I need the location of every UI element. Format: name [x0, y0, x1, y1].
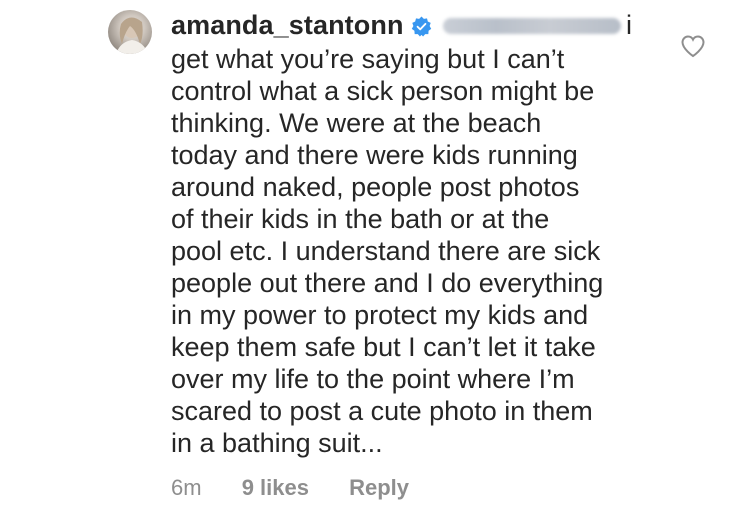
comment-header-line: amanda_stantonn i [171, 6, 643, 44]
verified-badge-icon [411, 16, 431, 37]
comment-first-word: i [626, 10, 632, 40]
redacted-mention [443, 18, 621, 34]
comment-body-line: in a bathing suit... [171, 428, 383, 458]
reply-button[interactable]: Reply [349, 475, 409, 501]
comment-body-line: over my life to the point where I’m [171, 364, 575, 394]
likes-count-link[interactable]: 9 likes [242, 475, 309, 501]
comment-body-line: control what a sick person might be [171, 76, 595, 106]
avatar-photo-icon [116, 17, 148, 54]
comment: amanda_stantonn i get what you’re saying… [0, 0, 750, 514]
comment-content: amanda_stantonn i get what you’re saying… [171, 6, 643, 459]
avatar[interactable] [108, 10, 152, 54]
comment-body: get what you’re saying but I can’t contro… [171, 43, 643, 459]
comment-body-line: thinking. We were at the beach [171, 108, 542, 138]
comment-body-line: around naked, people post photos [171, 172, 580, 202]
comment-body-line: of their kids in the bath or at the [171, 204, 550, 234]
comment-body-line: in my power to protect my kids and [171, 300, 589, 330]
username[interactable]: amanda_stantonn [171, 10, 404, 40]
comment-body-line: keep them safe but I can’t let it take [171, 332, 596, 362]
heart-outline-icon[interactable] [680, 34, 706, 58]
comment-body-line: pool etc. I understand there are sick [171, 236, 601, 266]
comment-body-line: people out there and I do everything [171, 268, 604, 298]
comment-time: 6m [171, 475, 202, 500]
comment-meta: 6m 9 likes Reply [171, 475, 409, 501]
comment-body-line: get what you’re saying but I can’t [171, 44, 565, 74]
comment-body-line: scared to post a cute photo in them [171, 396, 593, 426]
comment-body-line: today and there were kids running [171, 140, 578, 170]
